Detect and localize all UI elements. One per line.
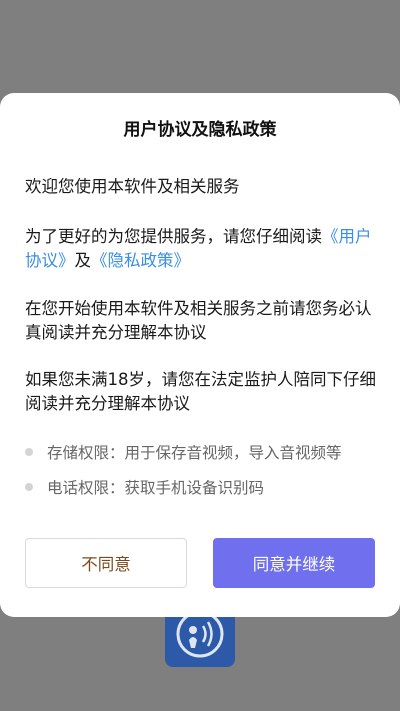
agreement-dialog: 用户协议及隐私政策 欢迎您使用本软件及相关服务 为了更好的为您提供服务，请您仔细… bbox=[0, 93, 400, 617]
read-prefix: 为了更好的为您提供服务，请您仔细阅读 bbox=[25, 227, 322, 246]
permission-item-storage: 存储权限：用于保存音视频，导入音视频等 bbox=[25, 441, 397, 463]
accept-continue-button[interactable]: 同意并继续 bbox=[213, 538, 375, 588]
permission-label: 存储权限：用于保存音视频，导入音视频等 bbox=[47, 444, 342, 462]
bullet-icon bbox=[25, 447, 33, 456]
bullet-icon bbox=[25, 482, 33, 491]
permission-label: 电话权限：获取手机设备识别码 bbox=[47, 479, 265, 497]
read-agreement-text: 为了更好的为您提供服务，请您仔细阅读《用户协议》及《隐私政策》 bbox=[25, 225, 377, 273]
intro-text: 欢迎您使用本软件及相关服务 bbox=[25, 177, 240, 196]
dialog-title: 用户协议及隐私政策 bbox=[123, 120, 277, 140]
and-text: 及 bbox=[74, 251, 92, 270]
permission-item-phone: 电话权限：获取手机设备识别码 bbox=[25, 476, 397, 498]
minor-notice-text: 如果您未满18岁，请您在法定监护人陪同下仔细阅读并充分理解本协议 bbox=[25, 370, 376, 413]
decline-button[interactable]: 不同意 bbox=[25, 538, 187, 588]
privacy-policy-link[interactable]: 《隐私政策》 bbox=[91, 251, 190, 270]
before-use-text: 在您开始使用本软件及相关服务之前请您务必认真阅读并充分理解本协议 bbox=[25, 299, 372, 342]
